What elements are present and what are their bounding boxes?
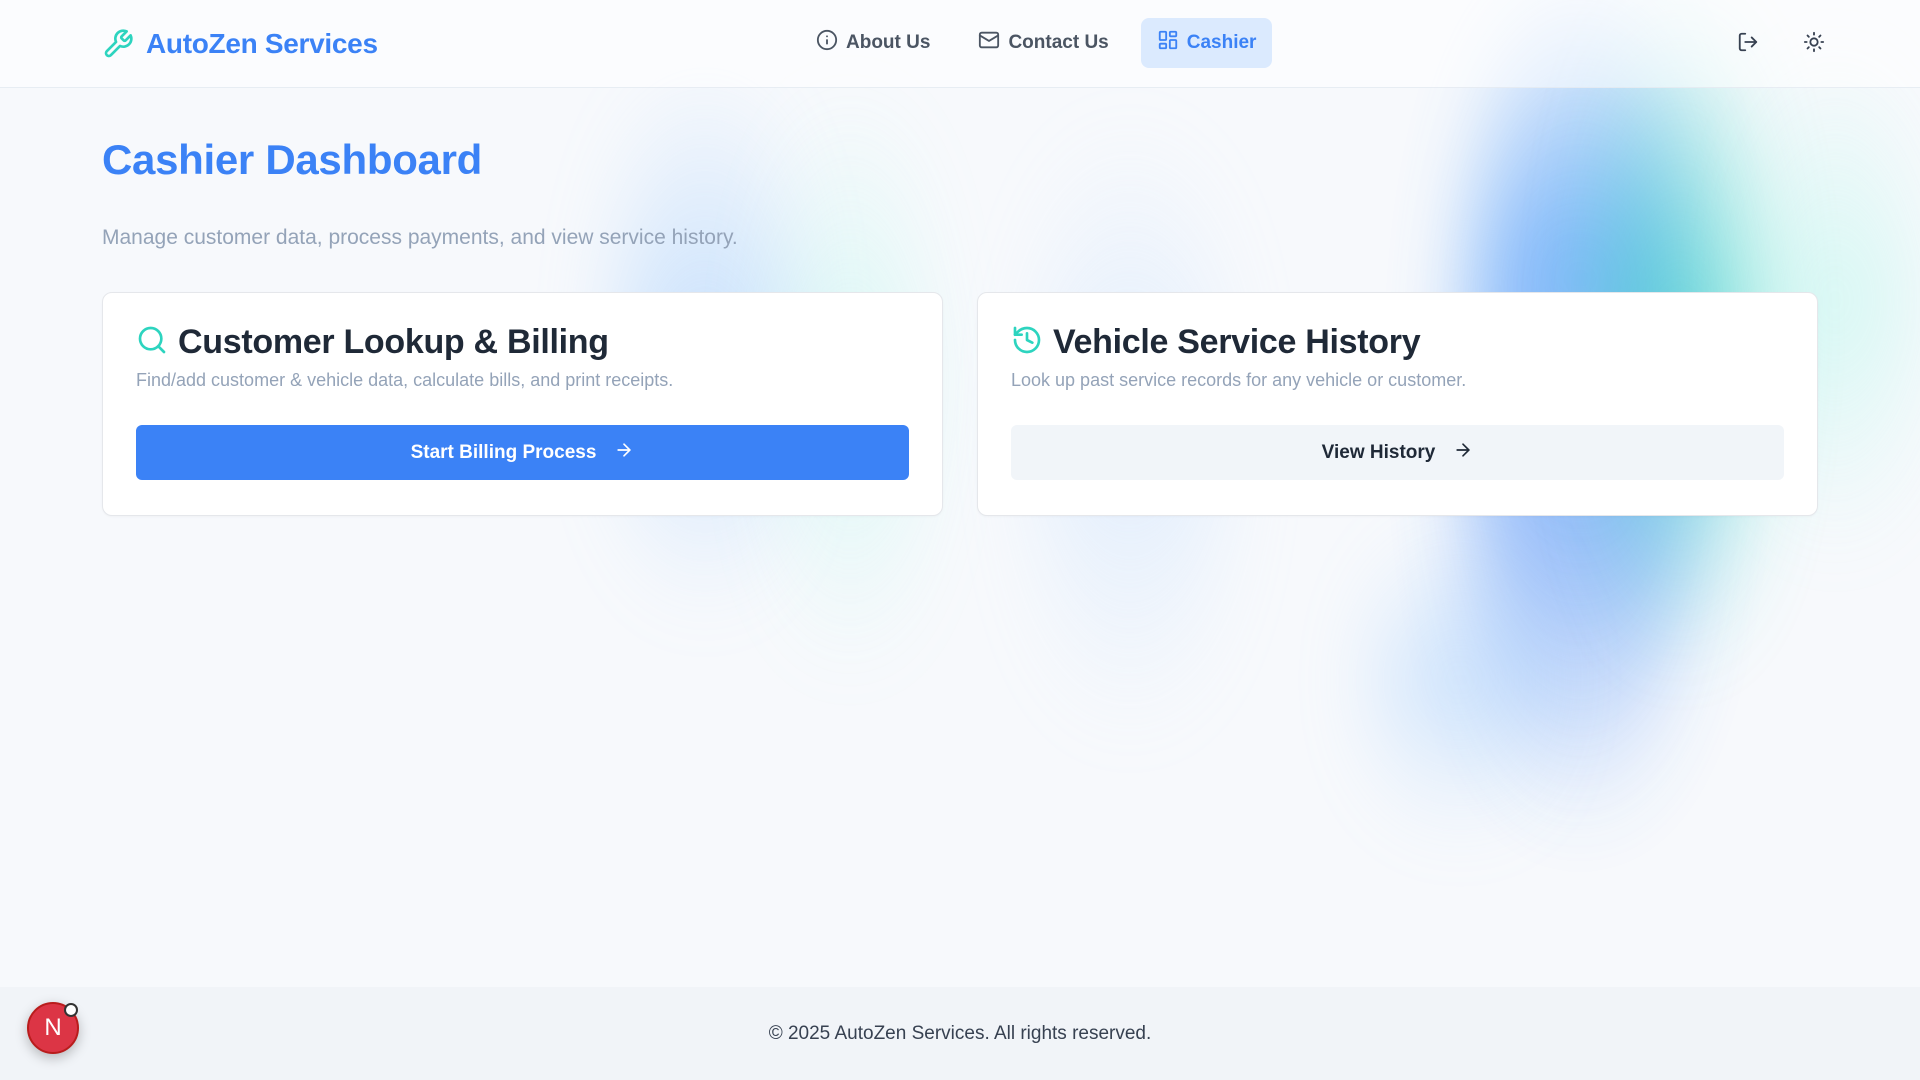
arrow-right-icon <box>1453 440 1473 466</box>
nav-about-us-label: About Us <box>846 32 931 53</box>
main-nav: About Us Contact Us Cashier <box>800 18 1273 68</box>
page-title: Cashier Dashboard <box>102 136 483 183</box>
start-billing-label: Start Billing Process <box>410 441 597 463</box>
card-title: Vehicle Service History <box>1053 323 1421 361</box>
view-history-label: View History <box>1321 441 1436 463</box>
dev-tools-badge[interactable]: N <box>27 1002 79 1054</box>
dev-badge-letter: N <box>44 1014 62 1041</box>
arrow-right-icon <box>614 440 634 466</box>
nav-cashier-label: Cashier <box>1186 32 1257 53</box>
search-icon <box>136 324 168 361</box>
nav-contact-us[interactable]: Contact Us <box>962 18 1124 68</box>
card-description: Look up past service records for any veh… <box>1011 370 1467 390</box>
customer-billing-card: Customer Lookup & Billing Find/add custo… <box>102 292 943 516</box>
nav-cashier[interactable]: Cashier <box>1140 18 1273 68</box>
dashboard-cards: Customer Lookup & Billing Find/add custo… <box>102 292 1818 516</box>
logout-icon <box>1737 31 1759 58</box>
header-actions <box>1732 26 1830 62</box>
start-billing-button[interactable]: Start Billing Process <box>136 425 909 480</box>
top-navbar: AutoZen Services About Us Contact Us Cas… <box>0 0 1920 88</box>
theme-toggle-button[interactable] <box>1798 26 1830 62</box>
main-content: Cashier Dashboard Manage customer data, … <box>0 136 1920 516</box>
copyright-text: © 2025 AutoZen Services. All rights rese… <box>768 1022 1152 1044</box>
brand-link[interactable]: AutoZen Services <box>102 28 378 60</box>
service-history-card: Vehicle Service History Look up past ser… <box>977 292 1818 516</box>
status-dot-icon <box>64 1003 78 1017</box>
nav-contact-us-label: Contact Us <box>1008 32 1109 53</box>
page-subtitle: Manage customer data, process payments, … <box>102 226 738 249</box>
card-description: Find/add customer & vehicle data, calcul… <box>136 370 674 390</box>
info-icon <box>816 29 838 57</box>
nav-about-us[interactable]: About Us <box>800 18 946 68</box>
mail-icon <box>978 29 1000 57</box>
card-title: Customer Lookup & Billing <box>178 323 609 361</box>
sun-icon <box>1803 31 1825 58</box>
footer: © 2025 AutoZen Services. All rights rese… <box>0 987 1920 1080</box>
brand-name: AutoZen Services <box>146 27 378 59</box>
dashboard-grid-icon <box>1157 29 1179 57</box>
wrench-icon <box>102 28 134 60</box>
history-icon <box>1011 324 1043 361</box>
logout-button[interactable] <box>1732 26 1764 62</box>
view-history-button[interactable]: View History <box>1011 425 1784 480</box>
